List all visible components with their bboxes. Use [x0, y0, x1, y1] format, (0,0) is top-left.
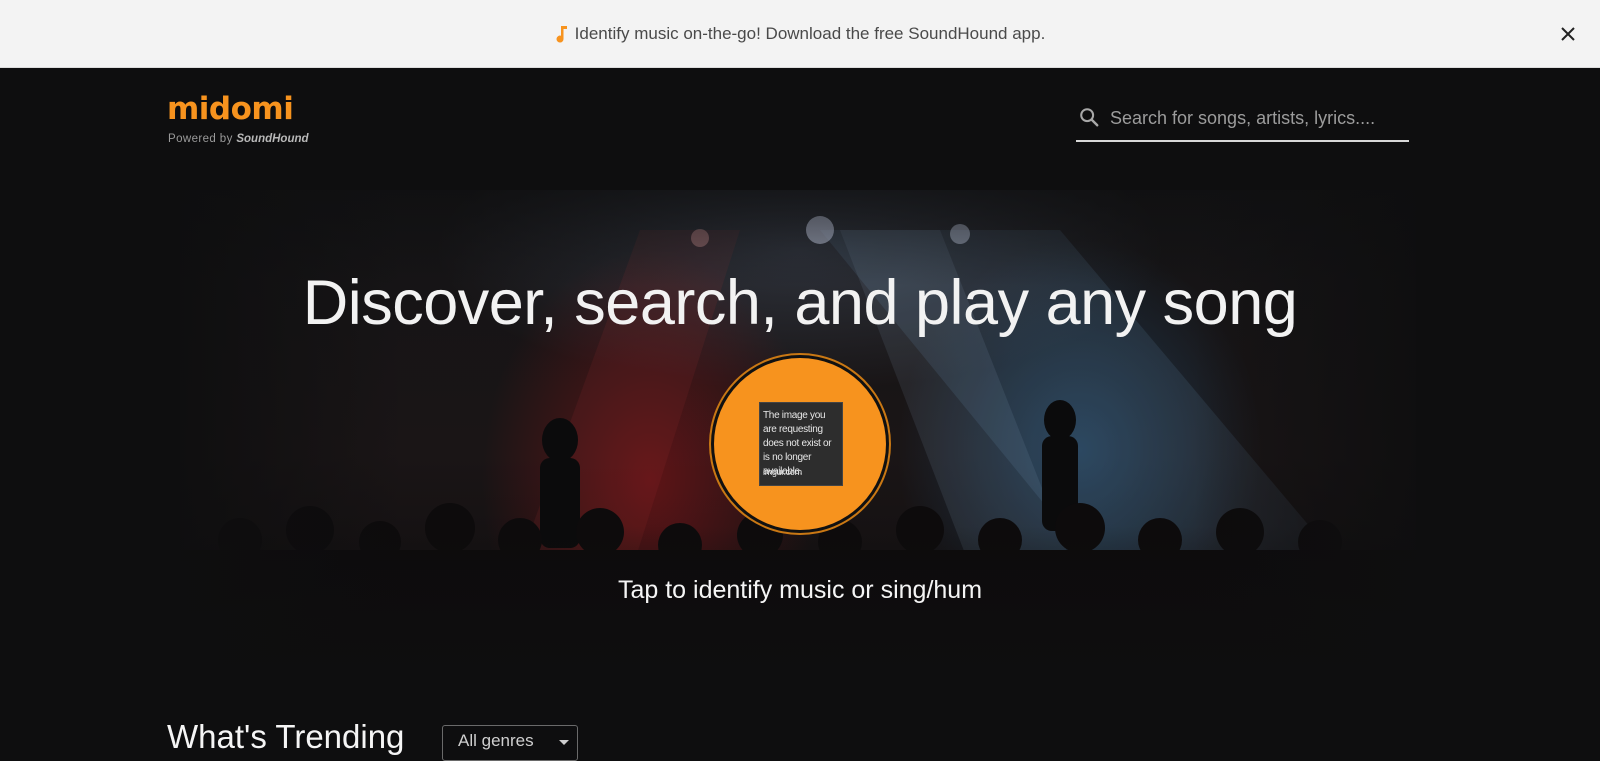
music-note-icon — [556, 26, 567, 43]
banner-text: Identify music on-the-go! Download the f… — [574, 24, 1046, 43]
banner-message-row[interactable]: Identify music on-the-go! Download the f… — [0, 0, 1600, 68]
genre-selected-value: All genres — [458, 731, 534, 750]
genre-select[interactable]: All genres — [442, 725, 578, 761]
midomi-logo[interactable]: midomi Powered by SoundHound — [167, 92, 327, 152]
soundhound-brand: SoundHound — [236, 133, 309, 145]
trending-title: What's Trending — [167, 718, 405, 755]
identify-music-button[interactable]: The image you are requesting does not ex… — [714, 358, 886, 530]
search-icon[interactable] — [1078, 106, 1100, 128]
search-bar — [1076, 96, 1409, 142]
powered-by-label: Powered by SoundHound — [168, 133, 309, 145]
chevron-down-icon — [559, 740, 569, 745]
logo-wordmark: midomi — [167, 91, 294, 127]
close-icon[interactable] — [1558, 24, 1578, 44]
app-download-banner: Identify music on-the-go! Download the f… — [0, 0, 1600, 68]
broken-image-source: imgur.com — [763, 467, 802, 477]
hero-title: Discover, search, and play any song — [302, 268, 1298, 338]
broken-image-placeholder: The image you are requesting does not ex… — [759, 402, 843, 486]
powered-by-text: Powered by — [168, 133, 233, 145]
tap-to-identify-label: Tap to identify music or sing/hum — [617, 576, 983, 604]
search-input[interactable] — [1108, 100, 1407, 136]
